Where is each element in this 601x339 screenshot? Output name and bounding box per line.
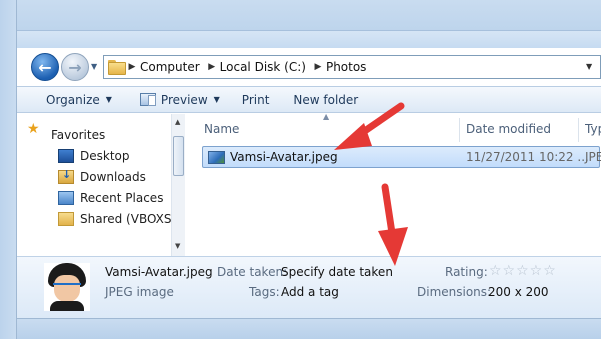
print-label: Print bbox=[241, 92, 270, 107]
forward-button[interactable]: → bbox=[61, 53, 89, 81]
sidebar-item-label: Recent Places bbox=[80, 191, 164, 205]
downloads-icon bbox=[58, 168, 74, 184]
forward-arrow-icon: → bbox=[68, 57, 82, 77]
organize-button[interactable]: Organize ▼ bbox=[38, 89, 120, 111]
details-file-type: JPEG image bbox=[105, 285, 174, 299]
address-dropdown-icon[interactable]: ▼ bbox=[586, 61, 596, 73]
tags-field[interactable]: Add a tag bbox=[281, 285, 339, 299]
rating-stars[interactable]: ☆☆☆☆☆ bbox=[489, 263, 557, 279]
recent-pages-dropdown[interactable]: ▼ bbox=[91, 61, 101, 73]
column-header-type[interactable]: Typ bbox=[585, 118, 601, 140]
dimensions-value: 200 x 200 bbox=[488, 285, 549, 299]
tags-label: Tags: bbox=[249, 285, 280, 299]
shared-folder-icon bbox=[58, 212, 74, 226]
window-bottom-frame bbox=[17, 318, 601, 339]
chevron-down-icon: ▼ bbox=[213, 95, 220, 104]
back-arrow-icon: ← bbox=[38, 57, 52, 77]
date-taken-field[interactable]: Specify date taken bbox=[281, 265, 393, 279]
column-header-label: Date modified bbox=[466, 122, 552, 136]
sidebar-item-recent-places[interactable]: Recent Places bbox=[58, 188, 163, 208]
address-bar[interactable]: ▶ Computer ▶ Local Disk (C:) ▶ Photos ▼ bbox=[103, 55, 601, 79]
sidebar-item-shared[interactable]: Shared (VBOXSVR bbox=[58, 209, 171, 229]
file-row[interactable]: Vamsi-Avatar.jpeg 11/27/2011 10:22 ... J… bbox=[202, 146, 601, 168]
jpeg-image-icon bbox=[208, 151, 225, 164]
column-header-name[interactable]: Name bbox=[204, 118, 239, 140]
file-date-modified: 11/27/2011 10:22 ... bbox=[466, 150, 589, 164]
new-folder-label: New folder bbox=[293, 92, 359, 107]
command-bar: Organize ▼ Preview ▼ Print New folder bbox=[17, 86, 601, 113]
breadcrumb-separator-icon[interactable]: ▶ bbox=[312, 62, 324, 72]
sidebar-item-downloads[interactable]: Downloads bbox=[58, 167, 146, 187]
folder-icon bbox=[108, 60, 126, 75]
chevron-down-icon: ▼ bbox=[91, 62, 98, 71]
column-header-label: Typ bbox=[585, 122, 601, 136]
sidebar-item-label: Favorites bbox=[51, 128, 106, 142]
preview-button[interactable]: Preview ▼ bbox=[132, 89, 228, 111]
avatar-glasses bbox=[53, 283, 81, 291]
desktop-icon bbox=[58, 149, 74, 163]
details-pane: Vamsi-Avatar.jpeg JPEG image Date taken:… bbox=[17, 256, 601, 318]
details-file-name: Vamsi-Avatar.jpeg bbox=[105, 265, 213, 279]
navigation-scrollbar[interactable]: ▲ ▼ bbox=[171, 114, 185, 256]
window-left-frame bbox=[0, 0, 17, 339]
sidebar-item-favorites[interactable]: Favorites bbox=[51, 125, 105, 145]
breadcrumb-computer[interactable]: Computer bbox=[138, 60, 206, 74]
date-taken-label: Date taken: bbox=[217, 265, 288, 279]
dimensions-label: Dimensions: bbox=[417, 285, 492, 299]
scroll-thumb[interactable] bbox=[173, 136, 184, 176]
preview-label: Preview bbox=[160, 92, 208, 107]
print-button[interactable]: Print bbox=[234, 89, 278, 111]
chevron-down-icon: ▼ bbox=[105, 95, 112, 104]
file-list: Name ▲ Date modified Typ Vamsi-Avatar.jp… bbox=[186, 112, 601, 256]
back-button[interactable]: ← bbox=[31, 53, 59, 81]
favorites-star-icon: ★ bbox=[27, 121, 40, 137]
column-header-label: Name bbox=[204, 122, 240, 136]
sidebar-item-desktop[interactable]: Desktop bbox=[58, 146, 130, 166]
breadcrumb-separator-icon[interactable]: ▶ bbox=[126, 62, 138, 72]
file-name: Vamsi-Avatar.jpeg bbox=[230, 150, 338, 164]
scroll-down-icon[interactable]: ▼ bbox=[175, 242, 180, 250]
new-folder-button[interactable]: New folder bbox=[285, 89, 366, 111]
organize-label: Organize bbox=[46, 92, 100, 107]
breadcrumb-photos[interactable]: Photos bbox=[324, 60, 372, 74]
sidebar-item-label: Downloads bbox=[80, 170, 146, 184]
breadcrumb-separator-icon[interactable]: ▶ bbox=[206, 62, 218, 72]
scroll-up-icon[interactable]: ▲ bbox=[175, 118, 180, 126]
avatar-shirt bbox=[50, 301, 84, 311]
recent-places-icon bbox=[58, 191, 74, 205]
title-bar-inner bbox=[17, 30, 601, 48]
column-header-date-modified[interactable]: Date modified bbox=[466, 118, 551, 140]
rating-label: Rating: bbox=[445, 265, 488, 279]
navigation-buttons: ← → ▼ bbox=[29, 53, 101, 83]
column-divider[interactable] bbox=[459, 118, 460, 142]
column-divider[interactable] bbox=[578, 118, 579, 142]
file-type: JPEG bbox=[585, 150, 601, 164]
file-thumbnail bbox=[44, 263, 90, 311]
preview-icon bbox=[139, 93, 156, 106]
sidebar-item-label: Shared (VBOXSVR bbox=[80, 212, 171, 226]
sidebar-item-label: Desktop bbox=[80, 149, 130, 163]
breadcrumb-local-disk[interactable]: Local Disk (C:) bbox=[218, 60, 312, 74]
sort-ascending-icon: ▲ bbox=[323, 112, 330, 121]
